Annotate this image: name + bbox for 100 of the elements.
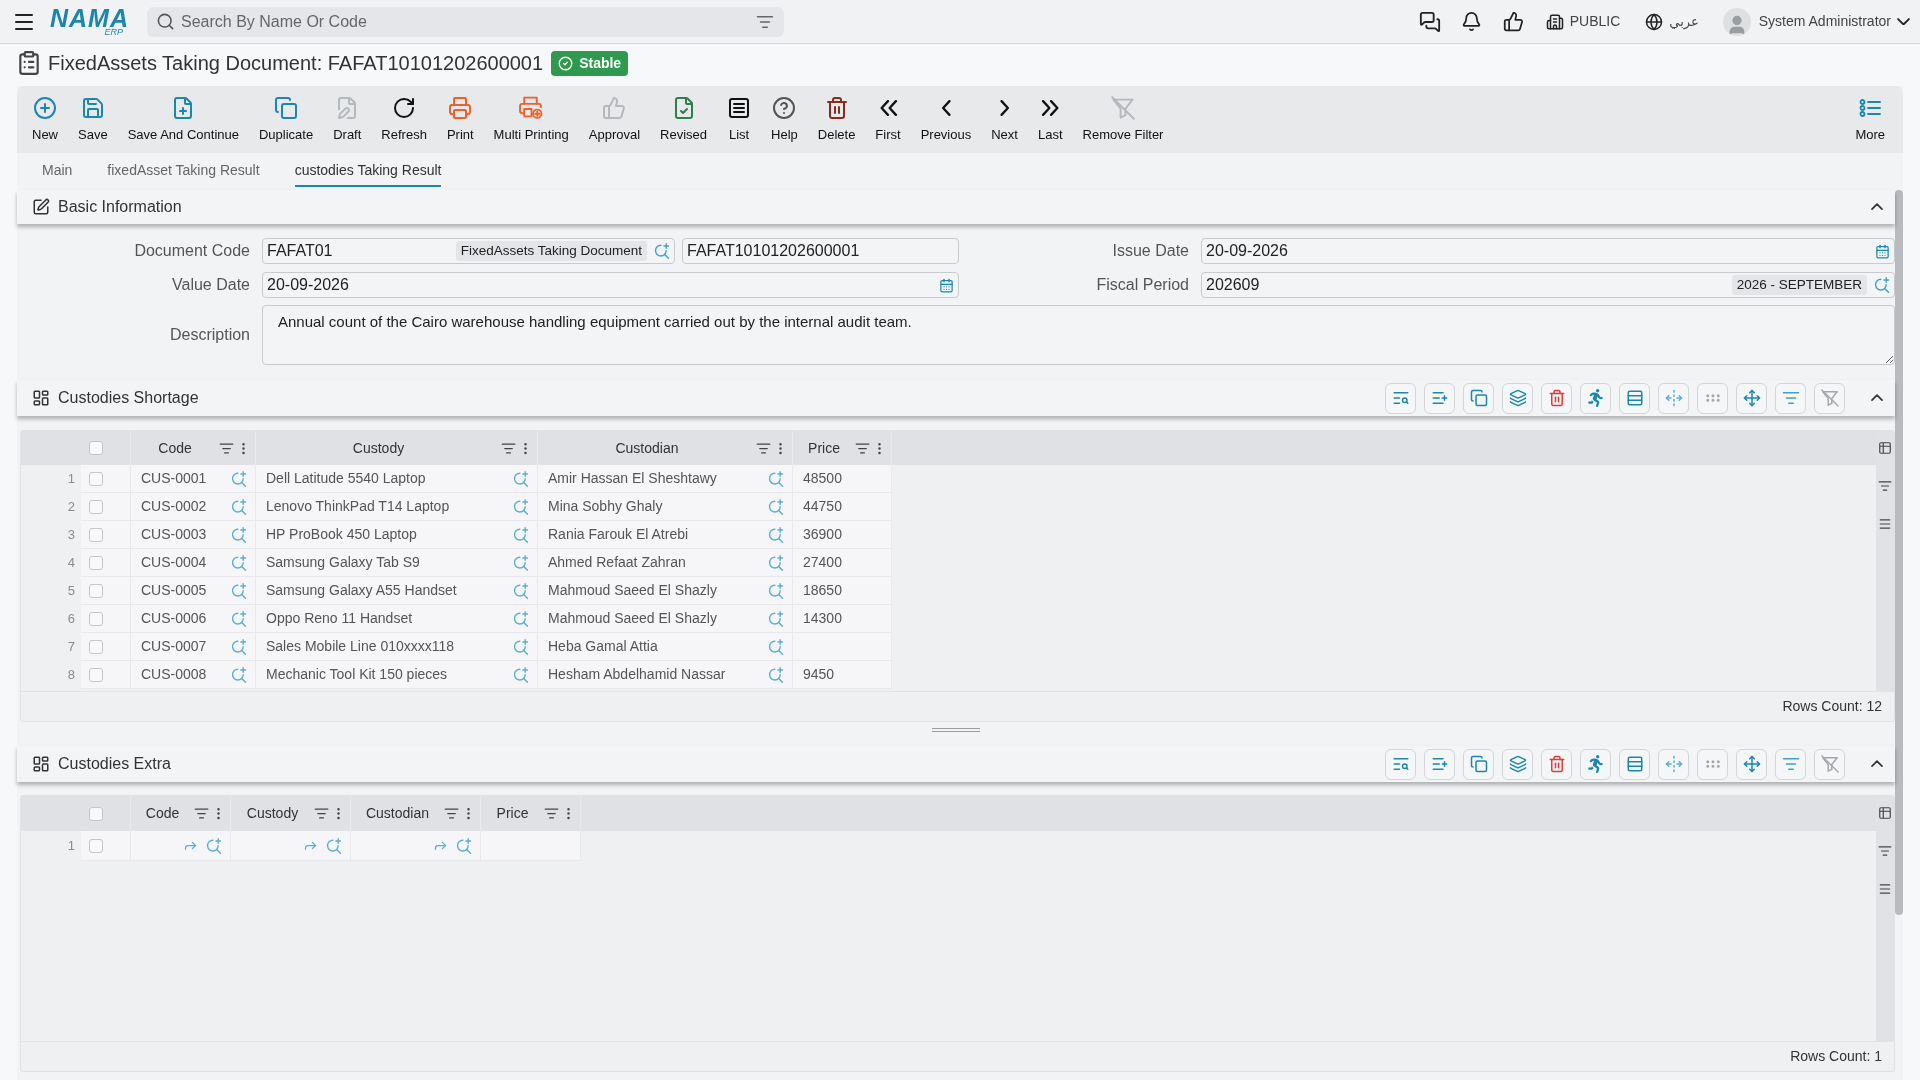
layers-button[interactable] (1502, 748, 1533, 780)
language-selector[interactable]: عربي (1645, 11, 1699, 32)
chevron-up-icon[interactable] (1871, 394, 1883, 402)
filter-icon[interactable] (501, 440, 516, 456)
filter-icon[interactable] (194, 806, 209, 821)
multi-printing-button[interactable]: Multi Printing (487, 94, 575, 145)
row-checkbox[interactable] (89, 611, 103, 626)
calendar-icon[interactable] (1875, 243, 1890, 259)
run-button[interactable] (1580, 748, 1611, 780)
search-plus-icon[interactable] (513, 470, 529, 487)
search-plus-icon[interactable] (768, 638, 784, 655)
previous-button[interactable]: Previous (914, 94, 978, 145)
chevron-up-icon[interactable] (1871, 760, 1883, 768)
search-plus-icon[interactable] (231, 498, 247, 515)
search-plus-icon[interactable] (206, 837, 222, 854)
search-plus-icon[interactable] (231, 554, 247, 571)
more-button[interactable]: More (1849, 94, 1891, 145)
search-plus-icon[interactable] (654, 243, 670, 259)
notifications-icon[interactable] (1460, 11, 1482, 32)
value-date-field[interactable]: 20-09-2026 (262, 272, 959, 298)
description-field[interactable]: Annual count of the Cairo warehouse handling equipment carried out by the internal audit team. (262, 305, 1895, 365)
column-header[interactable]: Code (145, 803, 180, 824)
filter-icon[interactable] (1878, 479, 1892, 493)
user-menu[interactable]: System Administrator (1722, 7, 1910, 36)
add-row-button[interactable] (1424, 748, 1455, 780)
search-plus-icon[interactable] (513, 666, 529, 683)
move-button[interactable] (1736, 382, 1767, 414)
search-plus-icon[interactable] (513, 554, 529, 571)
filter-icon[interactable] (544, 806, 559, 821)
new-button[interactable]: New (26, 94, 64, 145)
delete-row-button[interactable] (1541, 748, 1572, 780)
fit-columns-button[interactable] (1658, 382, 1689, 414)
row-checkbox[interactable] (89, 471, 103, 486)
search-plus-icon[interactable] (768, 666, 784, 683)
tab[interactable]: custodies Taking Result (294, 156, 442, 187)
scrollbar-thumb[interactable] (1895, 190, 1903, 915)
print-button[interactable]: Print (440, 94, 480, 145)
fit-columns-button[interactable] (1658, 748, 1689, 780)
last-button[interactable]: Last (1031, 94, 1069, 145)
delete-button[interactable]: Delete (811, 94, 862, 145)
add-row-button[interactable] (1424, 382, 1455, 414)
search-plus-icon[interactable] (513, 526, 529, 543)
row-checkbox[interactable] (89, 555, 103, 570)
search-plus-icon[interactable] (1874, 277, 1890, 293)
delete-row-button[interactable] (1541, 382, 1572, 414)
document-number-field[interactable]: FAFAT10101202600001 (682, 238, 959, 264)
copy-row-button[interactable] (1463, 748, 1494, 780)
chevron-up-icon[interactable] (1871, 203, 1883, 211)
select-all-checkbox[interactable] (89, 441, 103, 455)
layers-button[interactable] (1502, 382, 1533, 414)
search-plus-icon[interactable] (768, 554, 784, 571)
tab[interactable]: fixedAsset Taking Result (107, 156, 260, 187)
search-plus-icon[interactable] (768, 470, 784, 487)
next-button[interactable]: Next (985, 94, 1024, 145)
row-checkbox[interactable] (89, 583, 103, 598)
revised-button[interactable]: Revised (654, 94, 714, 145)
search-plus-icon[interactable] (513, 582, 529, 599)
row-checkbox[interactable] (89, 527, 103, 542)
column-header[interactable]: Custody (352, 437, 405, 459)
column-header[interactable]: Custody (246, 803, 299, 824)
search-plus-icon[interactable] (513, 498, 529, 515)
tab[interactable]: Main (42, 156, 73, 187)
search-plus-icon[interactable] (326, 837, 342, 854)
search-plus-icon[interactable] (768, 526, 784, 543)
calendar-icon[interactable] (939, 277, 954, 293)
rows-button[interactable] (1619, 748, 1650, 780)
table-icon[interactable] (1878, 806, 1892, 820)
duplicate-button[interactable]: Duplicate (252, 94, 320, 145)
run-button[interactable] (1580, 382, 1611, 414)
refresh-button[interactable]: Refresh (375, 94, 433, 145)
search-plus-icon[interactable] (513, 638, 529, 655)
search-plus-icon[interactable] (231, 526, 247, 543)
rows-button[interactable] (1619, 382, 1650, 414)
search-plus-icon[interactable] (231, 582, 247, 599)
column-header[interactable]: Custodian (615, 437, 679, 459)
row-checkbox[interactable] (89, 639, 103, 654)
filter-icon[interactable] (855, 440, 870, 456)
search-rows-button[interactable] (1385, 748, 1416, 780)
search-plus-icon[interactable] (768, 498, 784, 515)
column-header[interactable]: Code (158, 437, 192, 459)
move-button[interactable] (1736, 748, 1767, 780)
list-button[interactable]: List (721, 94, 758, 145)
column-header[interactable]: Price (808, 437, 840, 459)
column-header[interactable]: Price (496, 803, 529, 824)
save-and-continue-button[interactable]: Save And Continue (121, 94, 245, 145)
copy-row-button[interactable] (1463, 382, 1494, 414)
search-rows-button[interactable] (1385, 382, 1416, 414)
row-checkbox[interactable] (89, 499, 103, 514)
search-plus-icon[interactable] (456, 837, 472, 854)
search-plus-icon[interactable] (513, 610, 529, 627)
row-checkbox[interactable] (89, 838, 103, 853)
company-selector[interactable]: PUBLIC (1545, 11, 1621, 32)
search-plus-icon[interactable] (231, 470, 247, 487)
filter-icon[interactable] (756, 440, 771, 456)
filter-button[interactable] (1775, 382, 1806, 414)
search-plus-icon[interactable] (768, 582, 784, 599)
chat-icon[interactable] (1418, 10, 1441, 33)
splitter-handle[interactable] (932, 728, 980, 732)
filter-icon[interactable] (444, 806, 459, 821)
row-checkbox[interactable] (89, 667, 103, 682)
